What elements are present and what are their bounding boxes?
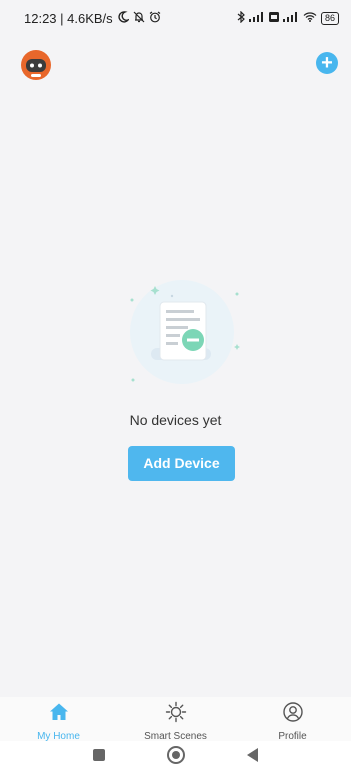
avatar-icon[interactable] — [20, 49, 52, 81]
bell-off-icon — [133, 11, 145, 26]
status-bar: 12:23 | 4.6KB/s 86 — [0, 0, 351, 36]
system-nav-bar — [0, 741, 351, 769]
add-device-button[interactable]: Add Device — [128, 446, 235, 481]
empty-message: No devices yet — [129, 412, 222, 428]
tab-profile[interactable]: Profile — [234, 697, 351, 742]
wifi-icon — [303, 11, 317, 25]
tab-smart-scenes[interactable]: Smart Scenes — [117, 697, 234, 742]
sun-icon — [165, 701, 187, 728]
user-icon — [282, 701, 304, 728]
data-icon — [268, 11, 279, 25]
top-bar: + — [0, 44, 351, 82]
home-button[interactable] — [167, 746, 185, 764]
signal-icon-2 — [282, 11, 299, 25]
alarm-icon — [149, 11, 161, 26]
add-button[interactable]: + — [316, 52, 338, 74]
signal-icon — [248, 11, 265, 25]
status-left: 12:23 | 4.6KB/s — [24, 11, 161, 26]
home-icon — [48, 701, 70, 728]
empty-illustration — [112, 272, 252, 387]
recents-button[interactable] — [93, 749, 105, 761]
plus-icon: + — [321, 52, 333, 74]
status-time: 12:23 | 4.6KB/s — [24, 10, 113, 26]
bottom-tab-bar: My Home Smart Scenes Profile — [0, 697, 351, 742]
battery-icon: 86 — [320, 11, 339, 25]
back-button[interactable] — [247, 748, 258, 762]
status-right: 86 — [237, 10, 339, 26]
moon-icon — [117, 10, 130, 26]
bluetooth-icon — [237, 10, 245, 26]
tab-my-home[interactable]: My Home — [0, 697, 117, 742]
